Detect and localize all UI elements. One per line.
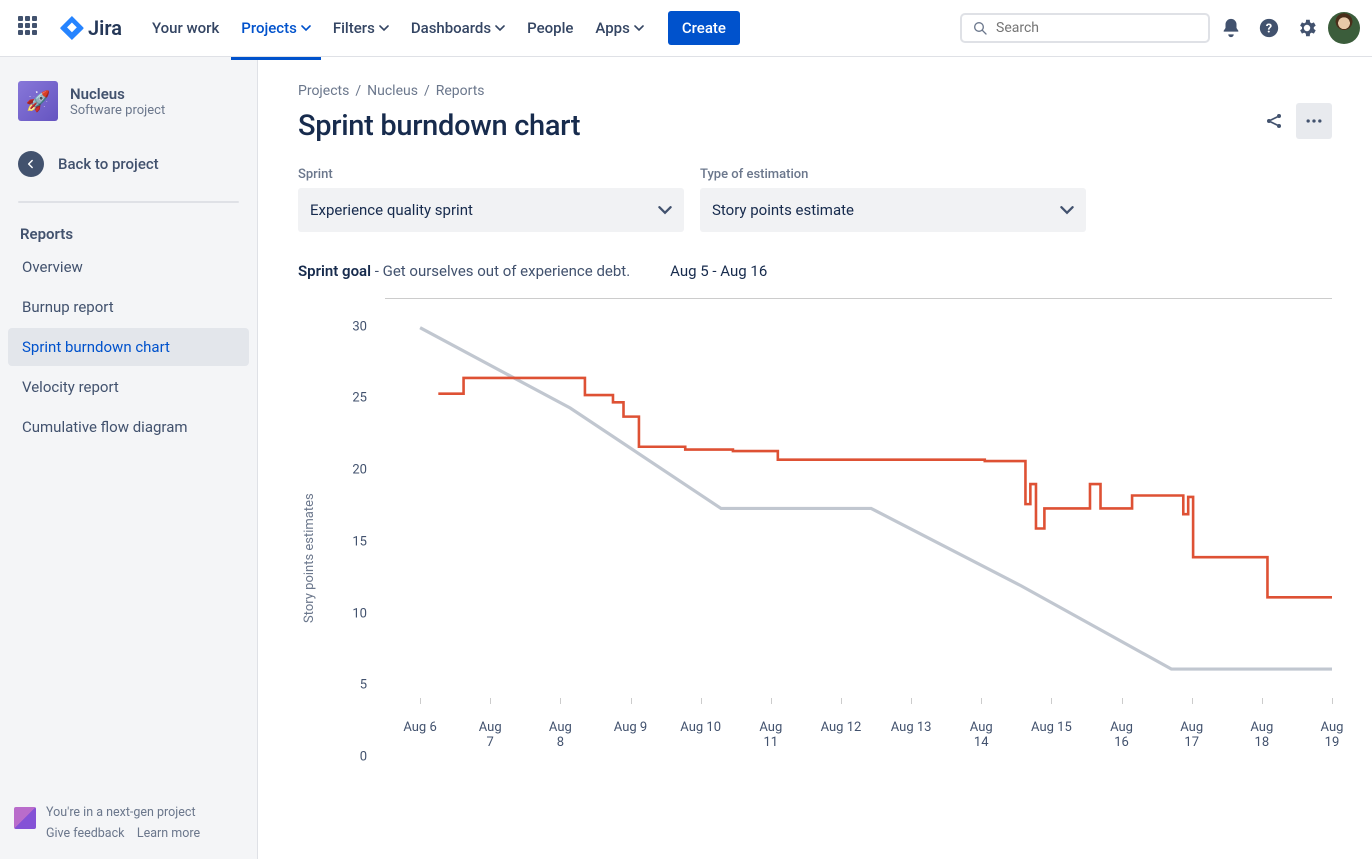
estimation-select-value: Story points estimate bbox=[712, 201, 854, 219]
sprint-date-range: Aug 5 - Aug 16 bbox=[670, 262, 767, 280]
nav-apps[interactable]: Apps bbox=[585, 11, 653, 45]
chevron-down-icon bbox=[634, 23, 644, 33]
sprint-select-label: Sprint bbox=[298, 167, 684, 182]
nav-apps-label: Apps bbox=[595, 19, 629, 37]
chevron-down-icon bbox=[301, 23, 311, 33]
project-icon bbox=[18, 81, 58, 121]
share-icon bbox=[1264, 111, 1284, 131]
breadcrumb: Projects/ Nucleus/ Reports bbox=[298, 83, 1332, 99]
project-subtitle: Software project bbox=[70, 103, 165, 118]
sidebar-item-velocity[interactable]: Velocity report bbox=[8, 368, 249, 406]
nav-your-work[interactable]: Your work bbox=[142, 11, 229, 45]
create-button[interactable]: Create bbox=[668, 11, 740, 45]
y-tick: 20 bbox=[352, 463, 367, 478]
main-content: Projects/ Nucleus/ Reports Sprint burndo… bbox=[258, 57, 1372, 859]
jira-logo[interactable]: Jira bbox=[52, 16, 130, 40]
project-header[interactable]: Nucleus Software project bbox=[8, 81, 249, 131]
app-switcher-icon[interactable] bbox=[12, 10, 48, 46]
nav-your-work-label: Your work bbox=[152, 19, 219, 37]
chevron-down-icon bbox=[379, 23, 389, 33]
sprint-select[interactable]: Experience quality sprint bbox=[298, 188, 684, 232]
estimation-select-label: Type of estimation bbox=[700, 167, 1086, 182]
x-tick: Aug 15 bbox=[1031, 720, 1072, 735]
back-to-project[interactable]: Back to project bbox=[8, 139, 249, 189]
sidebar-divider bbox=[18, 201, 239, 203]
y-tick: 30 bbox=[352, 319, 367, 334]
nav-projects-label: Projects bbox=[241, 19, 297, 37]
notifications-icon[interactable] bbox=[1214, 11, 1248, 45]
more-icon bbox=[1304, 111, 1324, 131]
x-tick: Aug 17 bbox=[1180, 720, 1203, 750]
back-label: Back to project bbox=[58, 155, 159, 173]
svg-text:?: ? bbox=[1266, 22, 1272, 37]
project-name: Nucleus bbox=[70, 85, 165, 103]
sidebar-item-overview[interactable]: Overview bbox=[8, 248, 249, 286]
help-icon[interactable]: ? bbox=[1252, 11, 1286, 45]
x-tick: Aug 18 bbox=[1250, 720, 1273, 750]
nav-people[interactable]: People bbox=[517, 11, 583, 45]
x-tick: Aug 7 bbox=[479, 720, 502, 750]
sidebar-section-title: Reports bbox=[8, 215, 249, 247]
x-tick: Aug 16 bbox=[1110, 720, 1133, 750]
y-tick: 15 bbox=[352, 534, 367, 549]
search-icon bbox=[972, 20, 988, 36]
sidebar-item-cfd[interactable]: Cumulative flow diagram bbox=[8, 408, 249, 446]
nav-dashboards-label: Dashboards bbox=[411, 19, 491, 37]
breadcrumb-nucleus[interactable]: Nucleus bbox=[367, 83, 418, 99]
top-nav: Jira Your work Projects Filters Dashboar… bbox=[0, 0, 1372, 57]
sprint-goal-text: - Get ourselves out of experience debt. bbox=[371, 262, 630, 280]
give-feedback-link[interactable]: Give feedback bbox=[46, 826, 124, 841]
x-tick: Aug 10 bbox=[680, 720, 721, 735]
search-input[interactable] bbox=[996, 20, 1198, 36]
breadcrumb-reports[interactable]: Reports bbox=[436, 83, 485, 99]
back-arrow-icon bbox=[18, 151, 44, 177]
chevron-down-icon bbox=[1060, 203, 1074, 217]
sidebar-item-burndown[interactable]: Sprint burndown chart bbox=[8, 328, 249, 366]
x-tick: Aug 12 bbox=[821, 720, 862, 735]
estimation-select[interactable]: Story points estimate bbox=[700, 188, 1086, 232]
x-tick: Aug 9 bbox=[614, 720, 647, 735]
logo-text: Jira bbox=[88, 16, 122, 40]
x-tick: Aug 8 bbox=[549, 720, 572, 750]
chevron-down-icon bbox=[658, 203, 672, 217]
settings-icon[interactable] bbox=[1290, 11, 1324, 45]
next-gen-icon bbox=[14, 807, 36, 829]
sprint-select-value: Experience quality sprint bbox=[310, 201, 473, 219]
more-actions-button[interactable] bbox=[1296, 103, 1332, 139]
sidebar-item-burnup[interactable]: Burnup report bbox=[8, 288, 249, 326]
sidebar: Nucleus Software project Back to project… bbox=[0, 57, 258, 859]
nav-projects[interactable]: Projects bbox=[231, 11, 321, 45]
y-tick: 25 bbox=[352, 391, 367, 406]
burndown-chart: Story points estimates 0 5 10 15 20 25 30 Aug … bbox=[298, 298, 1332, 818]
chevron-down-icon bbox=[495, 23, 505, 33]
breadcrumb-projects[interactable]: Projects bbox=[298, 83, 349, 99]
page-title: Sprint burndown chart bbox=[298, 109, 580, 143]
x-tick: Aug 14 bbox=[970, 720, 993, 750]
y-tick: 10 bbox=[352, 606, 367, 621]
nav-filters[interactable]: Filters bbox=[323, 11, 399, 45]
next-gen-text: You're in a next-gen project bbox=[46, 805, 200, 820]
y-tick: 0 bbox=[360, 750, 367, 765]
nav-dashboards[interactable]: Dashboards bbox=[401, 11, 515, 45]
user-avatar[interactable] bbox=[1328, 12, 1360, 44]
x-tick: Aug 13 bbox=[891, 720, 932, 735]
primary-nav: Your work Projects Filters Dashboards Pe… bbox=[142, 11, 740, 45]
search-box[interactable] bbox=[960, 13, 1210, 43]
sidebar-footer: You're in a next-gen project Give feedba… bbox=[8, 795, 249, 851]
sprint-goal-label: Sprint goal bbox=[298, 262, 371, 280]
y-tick: 5 bbox=[360, 678, 367, 693]
nav-people-label: People bbox=[527, 19, 573, 37]
share-button[interactable] bbox=[1256, 103, 1292, 139]
chart-y-axis: 0 5 10 15 20 25 30 bbox=[321, 298, 377, 778]
nav-filters-label: Filters bbox=[333, 19, 375, 37]
chart-y-axis-label: Story points estimates bbox=[298, 298, 321, 818]
chart-plot-area bbox=[385, 298, 1332, 758]
x-tick: Aug 11 bbox=[759, 720, 782, 750]
chart-x-axis: Aug 6Aug 7Aug 8Aug 9Aug 10Aug 11Aug 12Au… bbox=[385, 760, 1332, 818]
sprint-goal-row: Sprint goal - Get ourselves out of exper… bbox=[298, 262, 1332, 280]
x-tick: Aug 19 bbox=[1321, 720, 1344, 750]
x-tick: Aug 6 bbox=[403, 720, 436, 735]
learn-more-link[interactable]: Learn more bbox=[137, 826, 200, 841]
jira-logo-icon bbox=[60, 16, 84, 40]
